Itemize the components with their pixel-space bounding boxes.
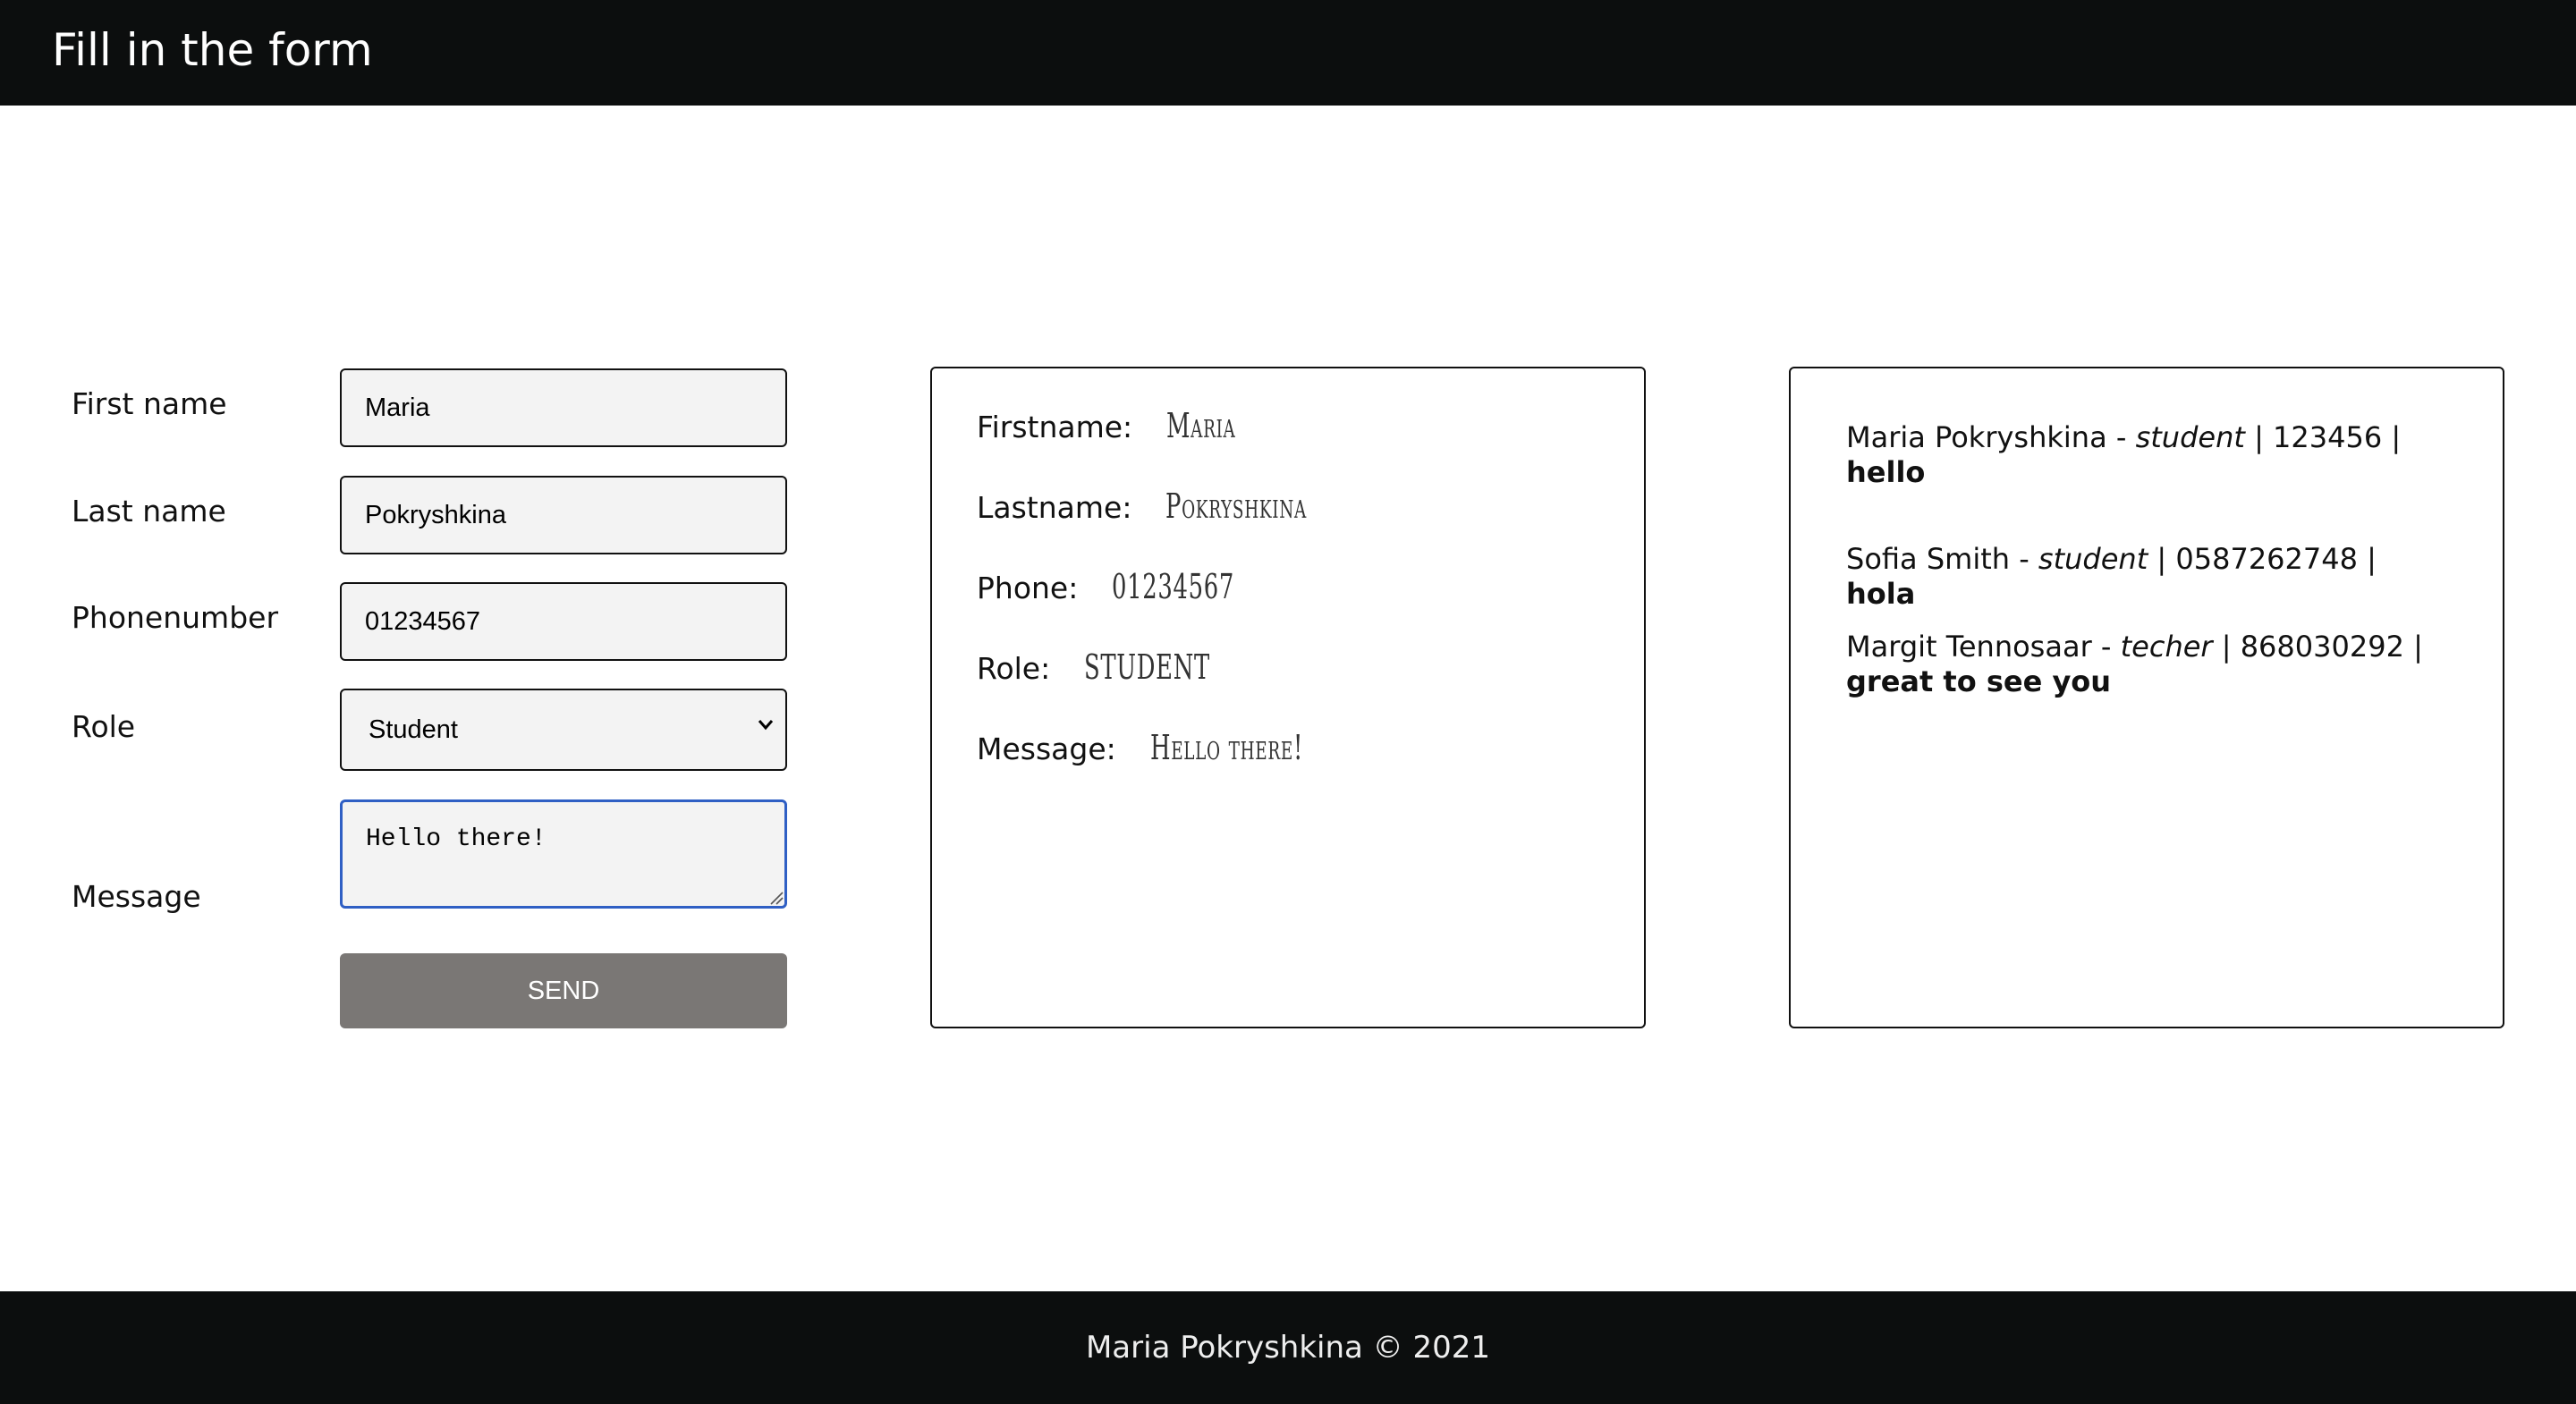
preview-firstname-row: Firstname: Maria	[977, 406, 1268, 445]
last-name-input[interactable]	[340, 476, 787, 554]
entry-message: hola	[1846, 577, 1916, 611]
entry-name: Maria Pokryshkina	[1846, 420, 2107, 454]
entry-phone: 0587262748	[2175, 542, 2358, 576]
entry-message: great to see you	[1846, 664, 2112, 698]
preview-firstname-label: Firstname:	[977, 410, 1133, 444]
entry-phone: 868030292	[2240, 630, 2404, 664]
entries-card: Maria Pokryshkina - student | 123456 | h…	[1789, 367, 2504, 1028]
preview-card: Firstname: Maria Lastname: Pokryshkina P…	[930, 367, 1646, 1028]
list-item: Margit Tennosaar - techer | 868030292 | …	[1846, 630, 2423, 698]
list-item: Sofia Smith - student | 0587262748 | hol…	[1846, 542, 2377, 611]
first-name-label: First name	[72, 386, 227, 421]
entry-phone: 123456	[2273, 420, 2383, 454]
preview-firstname-value: Maria	[1166, 406, 1236, 445]
preview-role-label: Role:	[977, 651, 1051, 686]
preview-message-value: Hello there!	[1149, 728, 1303, 767]
message-label: Message	[72, 879, 201, 914]
preview-lastname-row: Lastname: Pokryshkina	[977, 486, 1374, 526]
footer-text: Maria Pokryshkina © 2021	[1085, 1330, 1491, 1366]
first-name-input[interactable]	[340, 368, 787, 447]
preview-role-value: student	[1084, 647, 1211, 687]
page-footer: Maria Pokryshkina © 2021	[0, 1291, 2576, 1404]
entry-role: student	[2038, 542, 2148, 576]
entry-name: Margit Tennosaar	[1846, 630, 2092, 664]
last-name-label: Last name	[72, 494, 226, 529]
preview-message-label: Message:	[977, 732, 1116, 766]
preview-lastname-label: Lastname:	[977, 490, 1132, 525]
phone-input[interactable]	[340, 582, 787, 661]
list-item: Maria Pokryshkina - student | 123456 | h…	[1846, 420, 2402, 489]
preview-lastname-value: Pokryshkina	[1165, 486, 1308, 526]
entry-message: hello	[1846, 455, 1926, 489]
preview-phone-value: 01234567	[1112, 567, 1235, 606]
resize-grip-icon[interactable]	[769, 891, 784, 905]
page-title: Fill in the form	[52, 24, 373, 76]
preview-phone-row: Phone: 01234567	[977, 567, 1292, 606]
preview-phone-label: Phone:	[977, 571, 1079, 605]
entry-role: techer	[2120, 630, 2213, 664]
entry-role: student	[2135, 420, 2245, 454]
preview-message-row: Message: Hello there!	[977, 728, 1375, 767]
chevron-down-icon	[758, 720, 774, 731]
role-label: Role	[72, 709, 136, 744]
send-button[interactable]: SEND	[340, 953, 787, 1028]
message-textarea[interactable]: Hello there!	[340, 799, 787, 909]
preview-role-row: Role: student	[977, 647, 1269, 687]
entry-name: Sofia Smith	[1846, 542, 2011, 576]
phone-label: Phonenumber	[72, 600, 279, 635]
role-select[interactable]: Student	[340, 689, 787, 771]
page-header: Fill in the form	[0, 0, 2576, 106]
